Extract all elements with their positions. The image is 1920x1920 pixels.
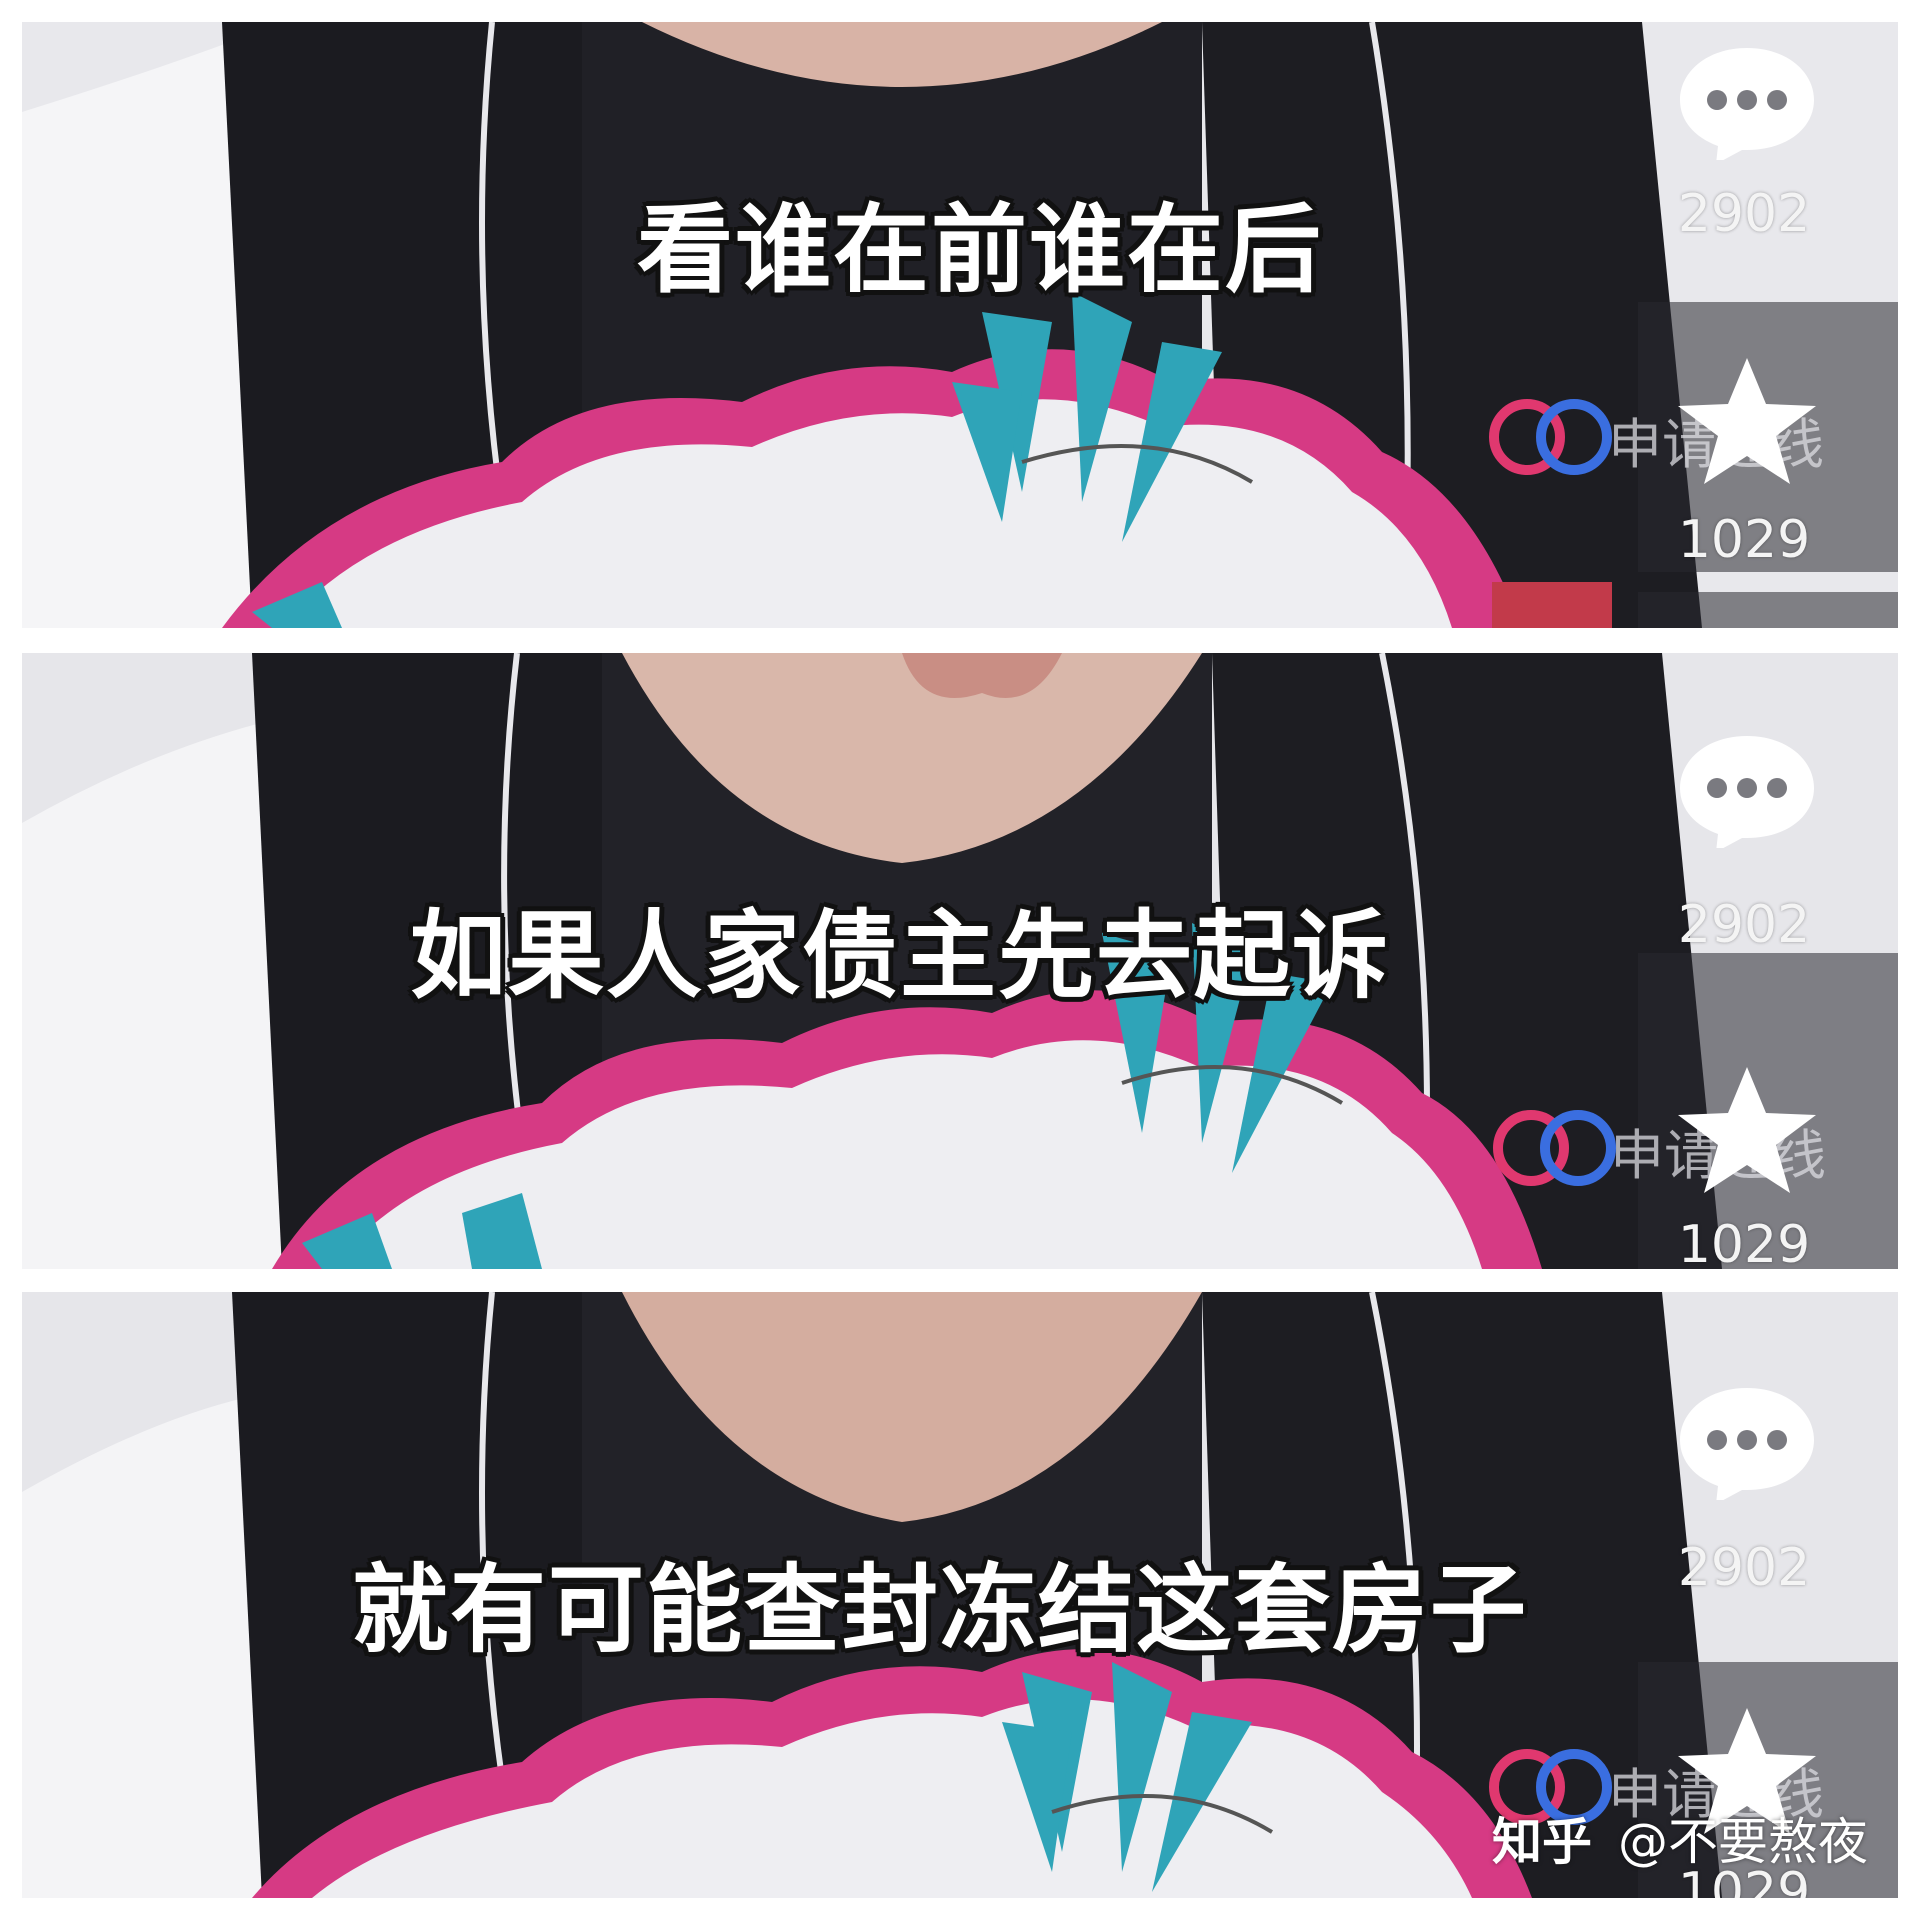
star-icon[interactable] [1672, 352, 1822, 492]
subtitle-caption: 就有可能查封冻结这套房子 [352, 1554, 1528, 1666]
star-icon[interactable] [1672, 1061, 1822, 1201]
subtitle-caption: 看谁在前谁在后 [637, 194, 1323, 306]
comment-icon[interactable] [1672, 40, 1822, 160]
favorite-count: 1029 [1677, 1215, 1811, 1269]
comment-icon[interactable] [1672, 728, 1822, 848]
favorite-count: 1029 [1677, 510, 1811, 570]
linked-rings-icon[interactable] [1482, 392, 1622, 482]
author-handle: @不要熬夜 [1618, 1813, 1868, 1871]
linked-rings-icon[interactable] [1486, 1103, 1626, 1193]
bottom-band [1638, 592, 1898, 628]
zhihu-logo: 知乎 [1492, 1813, 1592, 1871]
video-frame-2: 2902 申请连线 1029 如果人家债主先去起诉 [22, 653, 1898, 1269]
subtitle-caption: 如果人家债主先去起诉 [410, 900, 1390, 1012]
video-frame-1: 2902 申请连线 1029 看谁在前谁在后 [22, 22, 1898, 628]
zhihu-watermark: 知乎 @不要熬夜 [1492, 1802, 1868, 1874]
comment-icon[interactable] [1672, 1380, 1822, 1500]
side-action-bar-1: 2902 申请连线 1029 [1418, 22, 1898, 628]
